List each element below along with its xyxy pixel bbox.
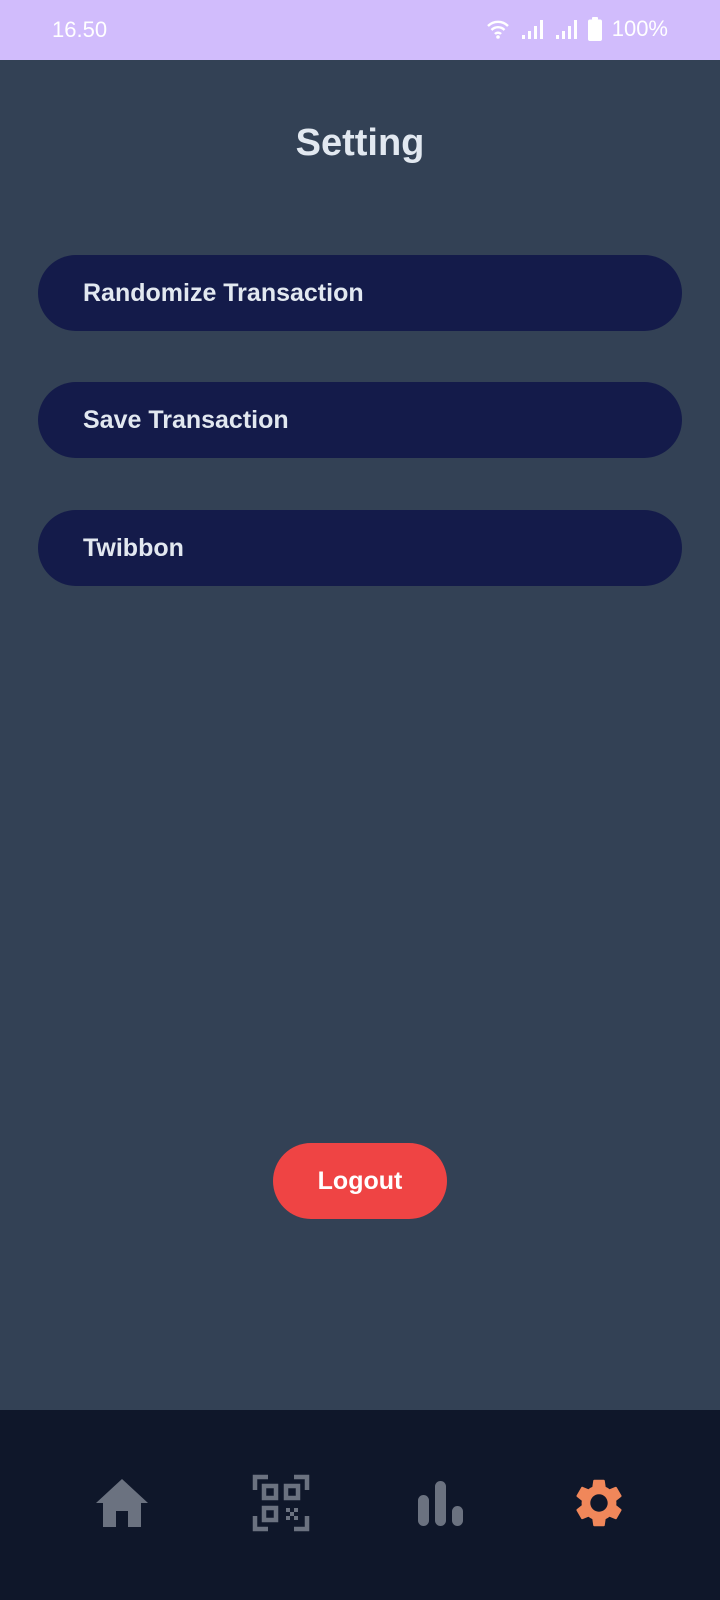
- battery-icon: [587, 17, 602, 41]
- page-title: Setting: [295, 122, 425, 164]
- home-icon: [94, 1477, 150, 1534]
- twibbon-button[interactable]: Twibbon: [38, 510, 682, 586]
- logout-button[interactable]: Logout: [273, 1143, 447, 1219]
- randomize-transaction-button[interactable]: Randomize Transaction: [38, 255, 682, 331]
- menu-item-label: Twibbon: [83, 533, 184, 562]
- nav-stats[interactable]: [410, 1475, 470, 1535]
- battery-percent: 100%: [611, 16, 668, 41]
- bottom-nav: [0, 1410, 720, 1600]
- menu-item-label: Randomize Transaction: [83, 278, 364, 307]
- save-transaction-button[interactable]: Save Transaction: [38, 382, 682, 458]
- signal-icon: [520, 18, 544, 40]
- wifi-icon: [486, 18, 510, 40]
- nav-settings[interactable]: [569, 1475, 629, 1535]
- qr-code-icon: [252, 1474, 310, 1537]
- menu-item-label: Save Transaction: [83, 405, 289, 434]
- bar-chart-icon: [415, 1478, 465, 1533]
- gear-icon: [570, 1474, 628, 1537]
- status-bar: 16.50 100%: [0, 0, 720, 60]
- signal-icon: [554, 18, 578, 40]
- nav-qr[interactable]: [251, 1474, 311, 1537]
- status-icons: 100%: [486, 16, 668, 42]
- status-time: 16.50: [52, 17, 108, 42]
- logout-label: Logout: [317, 1166, 403, 1195]
- nav-home[interactable]: [92, 1475, 152, 1535]
